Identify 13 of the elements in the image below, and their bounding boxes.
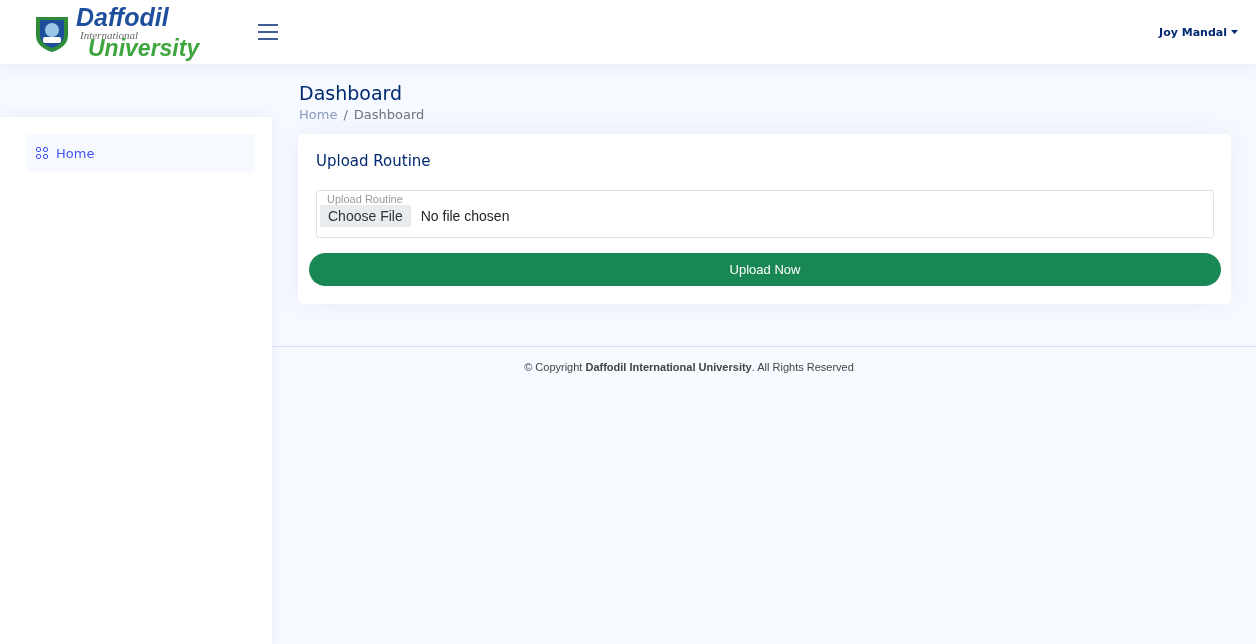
- card-title: Upload Routine: [316, 152, 432, 170]
- caret-icon: [1231, 30, 1238, 34]
- user-menu[interactable]: Joy Mandal: [1153, 24, 1244, 40]
- file-input-field[interactable]: Upload Routine Choose File No file chosen: [316, 190, 1214, 238]
- breadcrumb-separator: /: [343, 107, 348, 122]
- copyright-text: © Copyright Daffodil International University. All Rights Reserved: [524, 361, 854, 373]
- grid-icon: [36, 147, 48, 159]
- breadcrumb-current: Dashboard: [353, 107, 425, 122]
- logo-wordmark: Daffodil International University: [76, 2, 200, 62]
- upload-button[interactable]: Upload Now: [309, 253, 1221, 286]
- menu-icon[interactable]: [258, 22, 278, 42]
- sidebar-item[interactable]: Home: [26, 134, 255, 172]
- page-title: Dashboard: [299, 82, 404, 104]
